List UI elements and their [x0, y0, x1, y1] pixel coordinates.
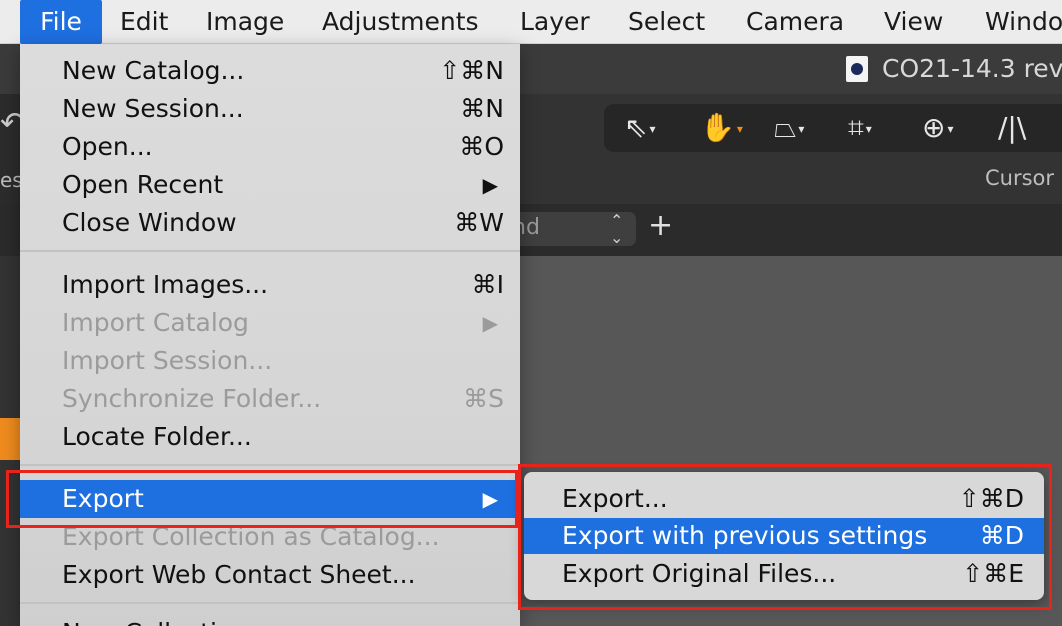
hand-icon[interactable]: ✋ ▾: [700, 110, 743, 146]
shortcut: ⇧⌘N: [439, 56, 504, 85]
menu-edit[interactable]: Edit: [120, 0, 168, 44]
menu-item-new-collection[interactable]: New Collection: [20, 614, 520, 626]
straighten-icon[interactable]: /|\: [998, 110, 1026, 146]
caret-icon: ▾: [865, 122, 872, 136]
cursor-tools-group: [604, 104, 1062, 152]
caret-icon: ▾: [736, 122, 743, 136]
shortcut: ⌘S: [463, 384, 504, 413]
menu-item-open[interactable]: Open... ⌘O: [20, 128, 520, 166]
caret-icon: ▾: [649, 122, 656, 136]
menu-layer[interactable]: Layer: [520, 0, 590, 44]
menu-window[interactable]: Windo: [985, 0, 1062, 44]
menu-item-new-catalog[interactable]: New Catalog... ⇧⌘N: [20, 52, 520, 90]
menu-view[interactable]: View: [884, 0, 943, 44]
menu-adjustments[interactable]: Adjustments: [322, 0, 479, 44]
menu-item-import-images[interactable]: Import Images... ⌘I: [20, 266, 520, 304]
menu-item-synchronize-folder: Synchronize Folder... ⌘S: [20, 380, 520, 418]
cursor-tools-label: Cursor: [985, 166, 1055, 190]
menu-bar: File Edit Image Adjustments Layer Select…: [0, 0, 1062, 44]
submenu-arrow-icon: ▶: [482, 173, 498, 197]
caret-icon: ▾: [947, 122, 954, 136]
shortcut: ⌘I: [471, 270, 504, 299]
crop-shape-icon[interactable]: ⏢ ▾: [774, 110, 804, 146]
menu-item-close-window[interactable]: Close Window ⌘W: [20, 204, 520, 242]
sort-stepper-icon[interactable]: ⌃ ⌄: [610, 212, 623, 246]
add-icon[interactable]: +: [648, 208, 673, 243]
menu-select[interactable]: Select: [628, 0, 705, 44]
menu-separator: [20, 464, 520, 466]
menu-image[interactable]: Image: [206, 0, 284, 44]
shortcut: ⌘N: [460, 94, 504, 123]
annotation-box-export-submenu: [518, 464, 1052, 610]
submenu-arrow-icon: ▶: [482, 311, 498, 335]
window-title: CO21-14.3 revi: [882, 54, 1062, 83]
menu-camera[interactable]: Camera: [746, 0, 844, 44]
selected-panel-marker: [0, 418, 20, 460]
menu-item-export-web-contact-sheet[interactable]: Export Web Contact Sheet...: [20, 556, 520, 594]
menu-separator: [20, 250, 520, 252]
crop-icon[interactable]: ⌗ ▾: [848, 110, 872, 146]
shortcut: ⌘W: [454, 208, 504, 237]
menu-item-locate-folder[interactable]: Locate Folder...: [20, 418, 520, 456]
menu-item-import-session: Import Session...: [62, 346, 273, 375]
menu-item-import-catalog: Import Catalog ▶: [20, 304, 520, 342]
menu-item-open-recent[interactable]: Open Recent ▶: [20, 166, 520, 204]
menu-item-new-session[interactable]: New Session... ⌘N: [20, 90, 520, 128]
select-arrow-icon[interactable]: ⇖ ▾: [624, 110, 656, 146]
document-icon: [846, 56, 868, 82]
annotation-box-export: [6, 470, 518, 528]
rotate-icon[interactable]: ⊕ ▾: [922, 110, 954, 146]
menu-separator: [20, 602, 520, 604]
menu-file[interactable]: File: [20, 0, 102, 44]
shortcut: ⌘O: [459, 132, 504, 161]
caret-icon: ▾: [798, 122, 805, 136]
